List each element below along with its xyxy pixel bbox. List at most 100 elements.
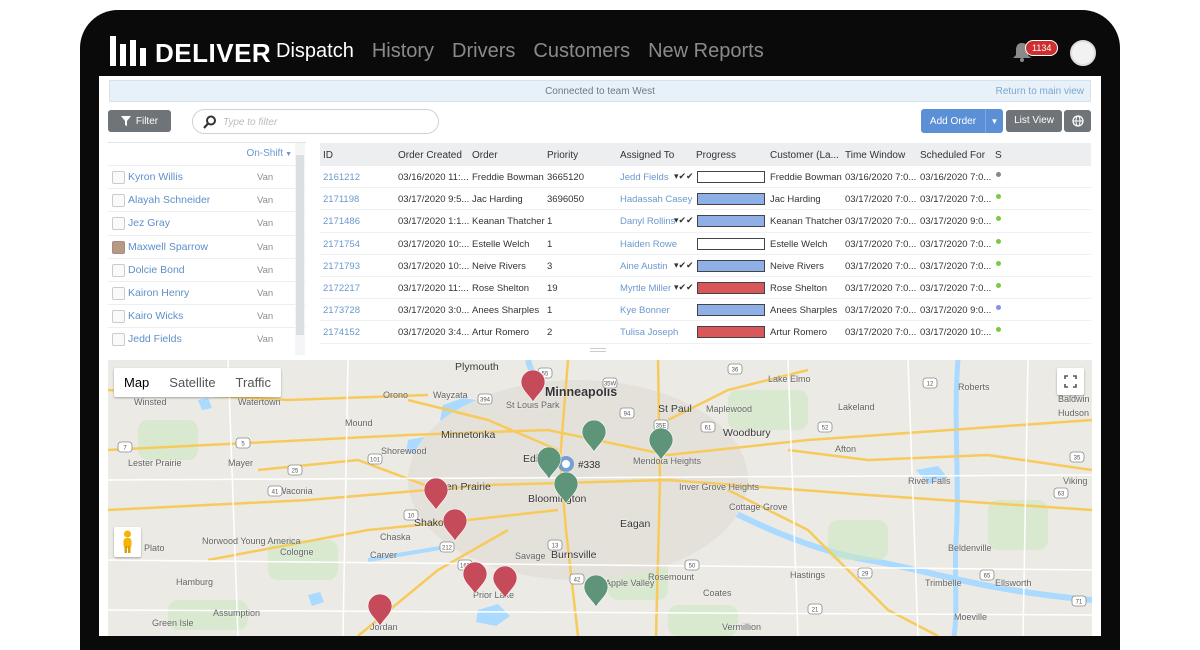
column-header[interactable]: Priority	[547, 150, 578, 161]
order-id-link[interactable]: 2171198	[323, 194, 359, 205]
search-input[interactable]: Type to filter	[192, 109, 439, 134]
brand-logo[interactable]: DELIVER	[110, 34, 271, 66]
order-name: Artur Romero	[472, 327, 530, 339]
driver-name[interactable]: Kairon Henry	[128, 287, 189, 299]
driver-row[interactable]: Maxwell Sparrow Van	[108, 234, 306, 258]
order-id-link[interactable]: 2161212	[323, 172, 360, 183]
order-id-link[interactable]: 2173728	[323, 305, 360, 316]
drivers-scrollbar[interactable]	[295, 143, 305, 355]
table-row[interactable]: 2171754 03/17/2020 10:... Estelle Welch 1 Ha…	[320, 233, 1091, 255]
driver-vehicle: Van	[257, 241, 274, 253]
table-row[interactable]: 2161212 03/16/2020 11:... Freddie Bowman 36…	[320, 166, 1091, 189]
column-header[interactable]: Progress	[696, 150, 736, 161]
driver-row[interactable]: Alayah Schneider Van	[108, 188, 306, 211]
driver-name[interactable]: Maxwell Sparrow	[128, 241, 208, 253]
assigned-driver-link[interactable]: Danyl Rollins	[620, 216, 675, 227]
delivery-pin-green[interactable]	[583, 574, 609, 608]
driver-name[interactable]: Alayah Schneider	[128, 194, 210, 206]
map-view[interactable]: Plymouth Minneapolis St Louis Park St Paul M…	[108, 360, 1092, 636]
map-place-label: Coates	[703, 588, 732, 598]
status-dot	[996, 194, 1001, 200]
nav-dispatch[interactable]: Dispatch	[276, 40, 354, 62]
driver-row[interactable]: Kairon Henry Van	[108, 280, 306, 304]
tab-map[interactable]: Map	[114, 368, 159, 397]
order-created: 03/17/2020 1:1...	[398, 216, 470, 228]
assigned-driver-link[interactable]: Kye Bonner	[620, 305, 670, 316]
status-dot	[996, 305, 1001, 311]
map-place-label: Lakeland	[838, 402, 875, 412]
resize-handle[interactable]	[590, 348, 606, 352]
order-id-link[interactable]: 2174152	[323, 327, 360, 338]
status-dot	[996, 172, 1001, 177]
driver-rows: Kyron Willis Van Alayah Schneider Van Jez Gr…	[108, 165, 306, 351]
assigned-driver-link[interactable]: Myrtle Miller	[620, 283, 671, 294]
order-id-link[interactable]: 2171754	[323, 239, 360, 250]
column-header[interactable]: ID	[323, 150, 333, 161]
column-header[interactable]: Order Created	[398, 150, 462, 161]
chevron-down-icon[interactable]: ▼	[985, 109, 1003, 133]
driver-row[interactable]: Kyron Willis Van	[108, 165, 306, 188]
table-row[interactable]: 2171198 03/17/2020 9:5... Jac Harding 36960…	[320, 188, 1091, 211]
assigned-driver-link[interactable]: Aine Austin	[620, 261, 668, 272]
fullscreen-button[interactable]	[1057, 368, 1084, 395]
column-header[interactable]: Assigned To	[620, 150, 674, 161]
driver-avatar-icon	[112, 333, 125, 347]
driver-name[interactable]: Dolcie Bond	[128, 264, 185, 276]
column-header[interactable]: Order	[472, 150, 498, 161]
driver-row[interactable]: Dolcie Bond Van	[108, 257, 306, 281]
tab-traffic[interactable]: Traffic	[226, 368, 281, 397]
scrollbar-thumb[interactable]	[296, 155, 304, 335]
nav-drivers[interactable]: Drivers	[452, 40, 515, 62]
funnel-icon	[120, 116, 131, 126]
highway-shield: 29	[857, 567, 873, 579]
filter-button[interactable]: Filter	[108, 110, 171, 132]
time-window: 03/17/2020 7:0...	[845, 216, 917, 228]
table-row[interactable]: 2173728 03/17/2020 3:0... Anees Sharples 1 K…	[320, 299, 1091, 322]
assigned-driver-link[interactable]: Tulisa Joseph	[620, 327, 678, 338]
driver-row[interactable]: Kairo Wicks Van	[108, 304, 306, 327]
user-avatar[interactable]	[1070, 40, 1096, 66]
tab-satellite[interactable]: Satellite	[159, 368, 225, 397]
scheduled-for: 03/17/2020 7:0...	[920, 194, 992, 206]
nav-customers[interactable]: Customers	[533, 40, 630, 62]
order-id-link[interactable]: 2172217	[323, 283, 360, 294]
order-id-link[interactable]: 2171793	[323, 261, 360, 272]
map-place-label: Chaska	[380, 532, 411, 542]
order-id-link[interactable]: 2171486	[323, 216, 360, 227]
table-row[interactable]: 2171793 03/17/2020 10:... Neive Rivers 3 Ain…	[320, 255, 1091, 277]
nav-history[interactable]: History	[372, 40, 434, 62]
svg-text:35: 35	[1074, 456, 1081, 462]
highway-shield: 65	[979, 569, 995, 581]
return-main-link[interactable]: Return to main view	[996, 86, 1084, 97]
column-header[interactable]: Time Window	[845, 150, 905, 161]
driver-name[interactable]: Jez Gray	[128, 217, 170, 229]
nav-new-reports[interactable]: New Reports	[648, 40, 764, 62]
list-view-button[interactable]: List View	[1006, 110, 1062, 132]
driver-name[interactable]: Kairo Wicks	[128, 310, 183, 322]
order-created: 03/17/2020 3:0...	[398, 305, 470, 317]
driver-row[interactable]: Jedd Fields Van	[108, 327, 306, 350]
street-view-button[interactable]	[114, 527, 141, 557]
order-created: 03/17/2020 9:5...	[398, 194, 470, 206]
table-row[interactable]: 2174152 03/17/2020 3:4... Artur Romero 2 Tul…	[320, 321, 1091, 344]
column-header[interactable]: S	[995, 150, 1002, 161]
drivers-header[interactable]: On-Shift ▼	[108, 143, 306, 165]
table-row[interactable]: 2172217 03/17/2020 11:... Rose Shelton 19 My…	[320, 277, 1091, 300]
driver-name[interactable]: Kyron Willis	[128, 171, 183, 183]
add-order-button[interactable]: Add Order ▼	[921, 109, 1003, 133]
globe-button[interactable]	[1064, 110, 1091, 132]
table-row[interactable]: 2171486 03/17/2020 1:1... Keanan Thatcher 1…	[320, 210, 1091, 233]
column-header[interactable]: Scheduled For	[920, 150, 985, 161]
road-line	[227, 360, 239, 636]
column-header[interactable]: Customer (La...	[770, 150, 839, 161]
on-shift-filter[interactable]: On-Shift	[246, 148, 283, 159]
customer-name: Artur Romero	[770, 327, 828, 339]
map-canvas[interactable]: PlymouthMinneapolisSt Louis Park St Paul M…	[108, 360, 1092, 636]
driver-name[interactable]: Jedd Fields	[128, 333, 182, 345]
map-place-label: Norwood Young America	[202, 536, 301, 546]
app-screen: Connected to team West Return to main vi…	[99, 76, 1101, 636]
assigned-driver-link[interactable]: Jedd Fields	[620, 172, 669, 183]
assigned-driver-link[interactable]: Hadassah Casey	[620, 194, 692, 205]
driver-row[interactable]: Jez Gray Van	[108, 211, 306, 234]
assigned-driver-link[interactable]: Haiden Rowe	[620, 239, 677, 250]
